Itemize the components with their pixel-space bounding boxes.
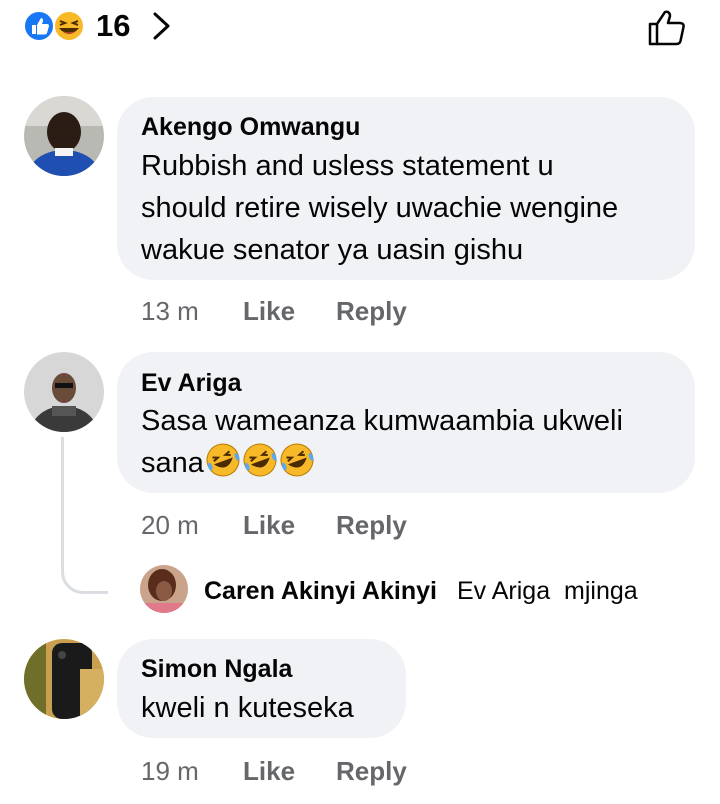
comment-bubble[interactable]: Simon Ngala kweli n kuteseka — [117, 639, 406, 738]
avatar[interactable] — [24, 96, 104, 176]
comment-bubble[interactable]: Ev Ariga Sasa wameanza kumwaambia ukweli… — [117, 352, 695, 493]
comment-text-line: sana — [141, 442, 686, 484]
chevron-right-icon[interactable] — [150, 9, 174, 43]
like-reaction-icon — [23, 10, 55, 42]
comment-text-line: Sasa wameanza kumwaambia ukweli — [141, 405, 623, 437]
haha-reaction-icon — [53, 10, 85, 42]
comment-text: Rubbish and usless statement u should re… — [141, 145, 681, 271]
avatar[interactable] — [140, 565, 188, 613]
reply-button[interactable]: Reply — [336, 510, 407, 540]
laughing-tears-emoji-icon — [243, 443, 277, 477]
comment-time[interactable]: 13 m — [141, 296, 199, 326]
comment-time[interactable]: 19 m — [141, 756, 199, 786]
avatar[interactable] — [24, 639, 104, 719]
avatar[interactable] — [24, 352, 104, 432]
laughing-tears-emoji-icon — [280, 443, 314, 477]
reply-text: mjinga — [564, 577, 638, 605]
comment-author[interactable]: Akengo Omwangu — [141, 112, 360, 142]
comment-text-fragment: sana — [141, 447, 204, 479]
comment-bubble[interactable]: Akengo Omwangu Rubbish and usless statem… — [117, 97, 695, 280]
comment-text: Sasa wameanza kumwaambia ukweli sana — [141, 400, 686, 484]
comment-author[interactable]: Simon Ngala — [141, 654, 292, 684]
like-button[interactable]: Like — [243, 510, 295, 540]
like-button[interactable]: Like — [243, 756, 295, 786]
reactions-bar[interactable]: 16 — [0, 0, 720, 60]
comment-text-line: wakue senator ya uasin gishu — [141, 234, 524, 266]
reply-mention[interactable]: Ev Ariga — [457, 577, 550, 605]
thread-connector — [61, 437, 108, 594]
reply-button[interactable]: Reply — [336, 296, 407, 326]
comment-text-line: Rubbish and usless statement u — [141, 150, 554, 182]
reaction-icons[interactable] — [22, 9, 88, 43]
laughing-tears-emoji-icon — [206, 443, 240, 477]
reaction-count[interactable]: 16 — [96, 8, 130, 44]
reply-author[interactable]: Caren Akinyi Akinyi — [204, 576, 437, 606]
reply-preview[interactable]: Ev Ariga mjinga — [457, 576, 638, 606]
reply-button[interactable]: Reply — [336, 756, 407, 786]
like-outline-icon[interactable] — [644, 4, 690, 50]
comment-author[interactable]: Ev Ariga — [141, 368, 242, 398]
comment-time[interactable]: 20 m — [141, 510, 199, 540]
comment-text-line: should retire wisely uwachie wengine — [141, 192, 619, 224]
comment-text: kweli n kuteseka — [141, 692, 354, 724]
like-button[interactable]: Like — [243, 296, 295, 326]
